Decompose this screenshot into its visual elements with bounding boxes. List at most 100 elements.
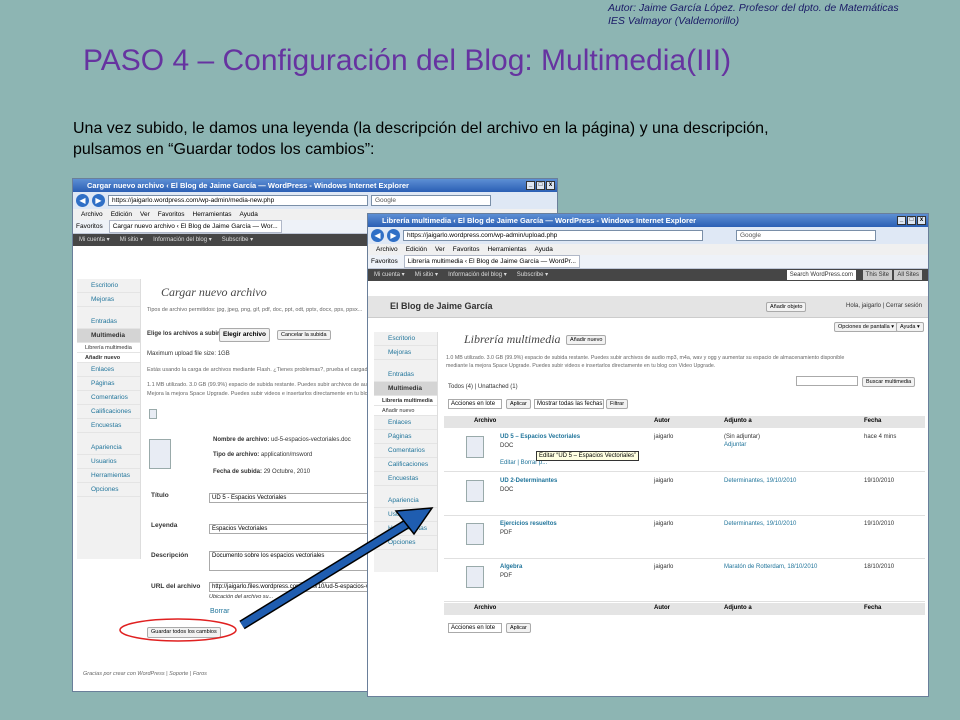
search-input[interactable]: Google (736, 230, 876, 241)
wpbar-my-account[interactable]: Mi cuenta ▾ (79, 234, 110, 246)
sidebar-item-usuarios[interactable]: Usuarios (374, 508, 437, 522)
menu-ver[interactable]: Ver (140, 209, 150, 220)
media-search-input[interactable] (796, 376, 858, 386)
sidebar-subitem-add-new[interactable]: Añadir nuevo (374, 406, 437, 416)
column-autor[interactable]: Autor (654, 418, 670, 424)
sidebar-item-calificaciones[interactable]: Calificaciones (77, 405, 140, 419)
cancel-upload-button[interactable]: Cancelar la subida (277, 330, 331, 340)
sidebar-item-mejoras[interactable]: Mejoras (77, 293, 140, 307)
sidebar-item-paginas[interactable]: Páginas (77, 377, 140, 391)
search-input[interactable]: Google (371, 195, 491, 206)
blog-name[interactable]: El Blog de Jaime García (390, 301, 493, 311)
menu-archivo[interactable]: Archivo (81, 209, 103, 220)
column-archivo[interactable]: Archivo (474, 418, 496, 424)
sidebar-item-herramientas[interactable]: Herramientas (77, 469, 140, 483)
description-input[interactable]: Documento sobre los espacios vectoriales (209, 551, 379, 571)
choose-file-button[interactable]: Elegir archivo (219, 328, 270, 342)
wpbar-my-account[interactable]: Mi cuenta ▾ (374, 269, 405, 281)
sidebar-item-multimedia[interactable]: Multimedia (374, 382, 437, 396)
sidebar-item-multimedia[interactable]: Multimedia (77, 329, 140, 343)
url-input[interactable]: https://jaigarlo.wordpress.com/wp-admin/… (403, 230, 703, 241)
menu-herramientas[interactable]: Herramientas (193, 209, 232, 220)
sidebar-item-paginas[interactable]: Páginas (374, 430, 437, 444)
menu-edicion[interactable]: Edición (111, 209, 132, 220)
maximize-icon[interactable]: □ (907, 216, 916, 225)
apply-button-bottom[interactable]: Aplicar (506, 623, 531, 633)
back-icon[interactable]: ◀ (371, 229, 384, 242)
sidebar-item-encuestas[interactable]: Encuestas (77, 419, 140, 433)
browser-tab[interactable]: Cargar nuevo archivo ‹ El Blog de Jaime … (108, 220, 282, 233)
column-archivo[interactable]: Archivo (474, 605, 496, 611)
sidebar-subitem-library[interactable]: Librería multimedia (374, 396, 437, 406)
title-input[interactable]: UD 5 - Espacios Vectoriales (209, 493, 379, 503)
wpbar-blog-info[interactable]: Información del blog ▾ (153, 234, 212, 246)
sidebar-item-comentarios[interactable]: Comentarios (374, 444, 437, 458)
menu-ayuda[interactable]: Ayuda (240, 209, 258, 220)
url-input[interactable]: https://jaigarlo.wordpress.com/wp-admin/… (108, 195, 368, 206)
screen-options-button[interactable]: Opciones de pantalla ▾ (834, 322, 898, 332)
date-filter-select[interactable]: Mostrar todas las fechas (534, 399, 604, 409)
delete-link[interactable]: Borrar (210, 608, 229, 615)
search-media-button[interactable]: Buscar multimedia (862, 377, 916, 387)
minimize-icon[interactable]: _ (897, 216, 906, 225)
minimize-icon[interactable]: _ (526, 181, 535, 190)
column-adjunto[interactable]: Adjunto a (724, 418, 752, 424)
add-new-button[interactable]: Añadir nuevo (566, 335, 607, 345)
wpbar-subscribe[interactable]: Subscribe ▾ (222, 234, 253, 246)
sidebar-item-mejoras[interactable]: Mejoras (374, 346, 437, 360)
sidebar-item-apariencia[interactable]: Apariencia (374, 494, 437, 508)
close-icon[interactable]: x (917, 216, 926, 225)
media-title-link[interactable]: Ejercicios resueltos (500, 521, 557, 527)
menu-favoritos[interactable]: Favoritos (158, 209, 185, 220)
column-fecha[interactable]: Fecha (864, 605, 881, 611)
favorites-button[interactable]: Favoritos (371, 258, 398, 265)
back-icon[interactable]: ◀ (76, 194, 89, 207)
column-autor[interactable]: Autor (654, 605, 670, 611)
attach-link[interactable]: Adjuntar (724, 442, 746, 448)
menu-ver[interactable]: Ver (435, 244, 445, 255)
wpbar-blog-info[interactable]: Información del blog ▾ (448, 269, 507, 281)
filter-links[interactable]: Todos (4) | Unattached (1) (448, 384, 518, 390)
media-title-link[interactable]: Algebra (500, 564, 522, 570)
sidebar-item-enlaces[interactable]: Enlaces (77, 363, 140, 377)
caption-input[interactable]: Espacios Vectoriales (209, 524, 379, 534)
media-attached[interactable]: Determinantes, 19/10/2010 (724, 521, 796, 527)
help-button[interactable]: Ayuda ▾ (896, 322, 924, 332)
maximize-icon[interactable]: □ (536, 181, 545, 190)
media-attached[interactable]: Determinantes, 19/10/2010 (724, 478, 796, 484)
all-sites-button[interactable]: All Sites (894, 270, 922, 280)
apply-button[interactable]: Aplicar (506, 399, 531, 409)
sidebar-item-entradas[interactable]: Entradas (77, 315, 140, 329)
forward-icon[interactable]: ▶ (92, 194, 105, 207)
sidebar-subitem-add-new[interactable]: Añadir nuevo (77, 353, 140, 363)
save-all-changes-button[interactable]: Guardar todos los cambios (147, 627, 221, 638)
wpbar-subscribe[interactable]: Subscribe ▾ (517, 269, 548, 281)
file-url-input[interactable]: http://jaigarlo.files.wordpress.com/2010… (209, 582, 379, 592)
close-icon[interactable]: x (546, 181, 555, 190)
sidebar-item-opciones[interactable]: Opciones (374, 536, 437, 550)
media-title-link[interactable]: UD 5 – Espacios Vectoriales (500, 434, 580, 440)
this-site-button[interactable]: This Site (862, 270, 892, 280)
menu-favoritos[interactable]: Favoritos (453, 244, 480, 255)
sidebar-item-enlaces[interactable]: Enlaces (374, 416, 437, 430)
column-adjunto[interactable]: Adjunto a (724, 605, 752, 611)
filter-button[interactable]: Filtrar (606, 399, 629, 409)
sidebar-item-calificaciones[interactable]: Calificaciones (374, 458, 437, 472)
media-attached[interactable]: Maratón de Rotterdam, 18/10/2010 (724, 564, 817, 570)
sidebar-item-comentarios[interactable]: Comentarios (77, 391, 140, 405)
sidebar-item-escritorio[interactable]: Escritorio (77, 279, 140, 293)
favorites-button[interactable]: Favoritos (76, 223, 103, 230)
media-title-link[interactable]: UD 2-Determinantes (500, 478, 557, 484)
bulk-actions-select[interactable]: Acciones en lote (448, 399, 502, 409)
browser-tab[interactable]: Librería multimedia ‹ El Blog de Jaime G… (403, 255, 580, 268)
column-fecha[interactable]: Fecha (864, 418, 881, 424)
sidebar-item-usuarios[interactable]: Usuarios (77, 455, 140, 469)
add-object-select[interactable]: Añadir objeto (766, 302, 807, 312)
wp-search-input[interactable]: Search WordPress.com (786, 270, 856, 280)
sidebar-item-escritorio[interactable]: Escritorio (374, 332, 437, 346)
menu-edicion[interactable]: Edición (406, 244, 427, 255)
wpbar-my-site[interactable]: Mi sitio ▾ (415, 269, 438, 281)
menu-archivo[interactable]: Archivo (376, 244, 398, 255)
sidebar-item-entradas[interactable]: Entradas (374, 368, 437, 382)
sidebar-item-encuestas[interactable]: Encuestas (374, 472, 437, 486)
